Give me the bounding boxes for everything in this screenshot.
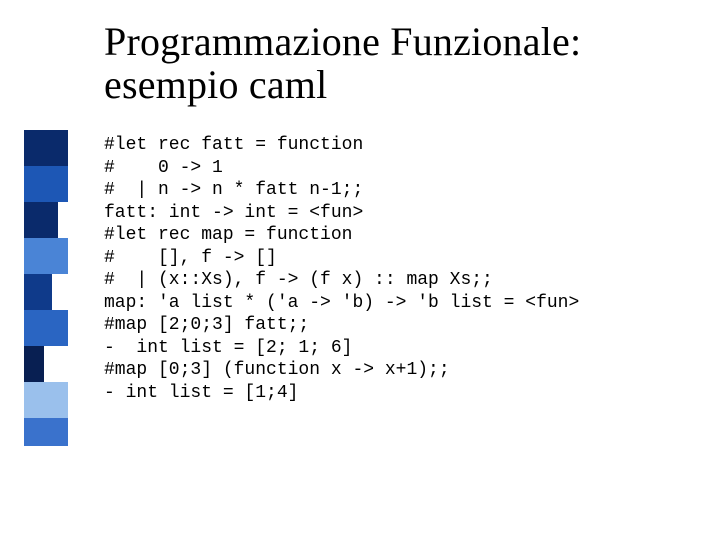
sidebar-block [24,346,44,382]
sidebar-block [24,202,58,238]
title-line-2: esempio caml [104,62,327,107]
slide: Programmazione Funzionale: esempio caml … [0,0,720,540]
code-line: #map [0;3] (function x -> x+1);; [104,359,700,382]
code-line: - int list = [2; 1; 6] [104,337,700,360]
sidebar-block [24,418,68,446]
sidebar-block [24,382,68,418]
title-line-1: Programmazione Funzionale: [104,19,581,64]
code-line: map: 'a list * ('a -> 'b) -> 'b list = <… [104,292,700,315]
sidebar-block [24,130,68,166]
code-line: #map [2;0;3] fatt;; [104,314,700,337]
decorative-sidebar [0,0,68,540]
slide-content: Programmazione Funzionale: esempio caml … [104,20,700,404]
code-line: # [], f -> [] [104,247,700,270]
code-line: #let rec map = function [104,224,700,247]
code-line: # | (x::Xs), f -> (f x) :: map Xs;; [104,269,700,292]
slide-title: Programmazione Funzionale: esempio caml [104,20,700,106]
code-line: - int list = [1;4] [104,382,700,405]
code-line: fatt: int -> int = <fun> [104,202,700,225]
code-block: #let rec fatt = function# 0 -> 1# | n ->… [104,134,700,404]
code-line: # 0 -> 1 [104,157,700,180]
sidebar-block [24,238,68,274]
sidebar-block [24,310,68,346]
sidebar-block [24,274,52,310]
code-line: #let rec fatt = function [104,134,700,157]
sidebar-block [24,166,68,202]
code-line: # | n -> n * fatt n-1;; [104,179,700,202]
